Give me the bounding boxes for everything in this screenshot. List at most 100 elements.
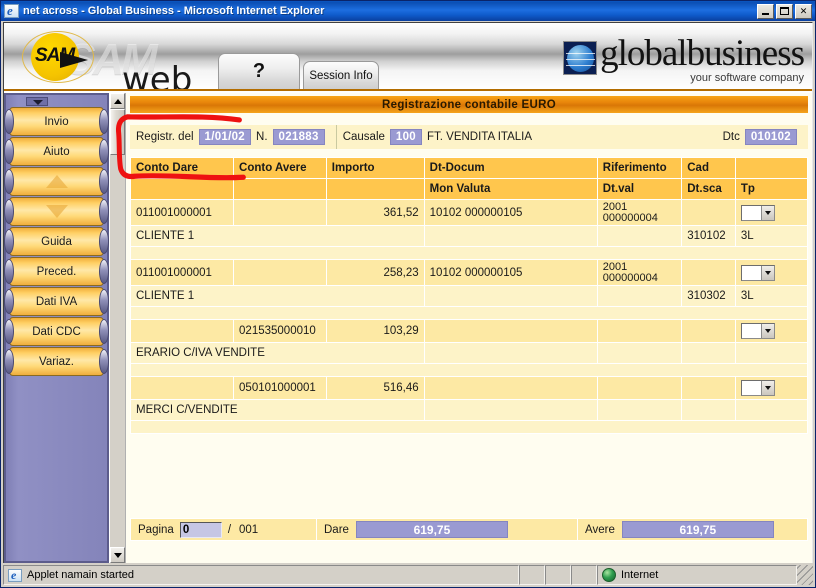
cell-tp-combo[interactable] [734, 199, 809, 226]
cell-importo[interactable]: 103,29 [325, 319, 425, 343]
cell-dt-val[interactable] [596, 285, 683, 307]
column-header-tp[interactable]: Tp [734, 178, 809, 200]
dtc-value[interactable]: 010102 [744, 129, 797, 145]
table-row-description[interactable]: ERARIO C/IVA VENDITE [130, 342, 809, 364]
cell-cad[interactable] [681, 199, 736, 226]
cell-conto-dare[interactable]: 011001000001 [129, 259, 235, 286]
cell-dt-val[interactable] [596, 225, 683, 247]
cell-dt-sca[interactable] [681, 399, 736, 421]
sidebar-button-invio[interactable]: Invio [4, 107, 109, 136]
table-row-description[interactable]: CLIENTE 1 310302 3L [130, 285, 809, 307]
cell-conto-avere[interactable] [233, 199, 327, 226]
cell-dt-val[interactable] [596, 399, 683, 421]
sidebar-button-up[interactable] [4, 167, 109, 196]
triangle-down-icon[interactable] [26, 97, 48, 106]
pagina-input[interactable]: 0 [179, 521, 222, 538]
cell-dt-docum[interactable] [423, 376, 598, 400]
scrollbar-thumb[interactable] [110, 109, 125, 155]
column-header-conto-avere[interactable]: Conto Avere [233, 157, 327, 179]
combo-dropdown[interactable] [740, 380, 775, 396]
combo-dropdown[interactable] [740, 323, 775, 339]
registration-date-value[interactable]: 1/01/02 [198, 129, 252, 145]
column-header-dt-sca[interactable]: Dt.sca [681, 178, 736, 200]
scroll-up-icon[interactable] [110, 93, 125, 109]
cell-riferimento[interactable]: 2001 000000004 [596, 259, 683, 286]
sidebar-button-guida[interactable]: Guida [4, 227, 109, 256]
cell-cad[interactable] [681, 319, 736, 343]
column-header-dt-val[interactable]: Dt.val [596, 178, 683, 200]
sidebar-button-preced[interactable]: Preced. [4, 257, 109, 286]
cell-mon-valuta[interactable] [423, 399, 598, 421]
cell-riferimento[interactable] [596, 319, 683, 343]
causale-description: FT. VENDITA ITALIA [427, 131, 533, 143]
scroll-down-icon[interactable] [110, 547, 125, 563]
combo-dropdown[interactable] [740, 264, 775, 281]
maximize-button[interactable] [776, 3, 793, 19]
cell-cad[interactable] [681, 376, 736, 400]
sidebar-button-aiuto[interactable]: Aiuto [4, 137, 109, 166]
cell-tp[interactable] [734, 342, 809, 364]
cell-tp-combo[interactable] [734, 319, 809, 343]
table-row[interactable]: 050101000001 516,46 [129, 376, 809, 400]
column-header-dt-docum[interactable]: Dt-Docum [423, 157, 598, 179]
cell-conto-avere[interactable]: 021535000010 [233, 319, 327, 343]
column-header-cad[interactable]: Cad [681, 157, 736, 179]
causale-code[interactable]: 100 [389, 129, 422, 145]
table-row[interactable]: 011001000001 258,23 10102 000000105 2001… [129, 259, 809, 286]
applet-body: Invio Aiuto Guida Preced. Dati IVA Dati … [4, 93, 812, 563]
cell-importo[interactable]: 361,52 [325, 199, 425, 226]
minimize-button[interactable] [757, 3, 774, 19]
cell-dt-docum[interactable] [423, 319, 598, 343]
security-zone-panel[interactable]: Internet [597, 565, 797, 585]
combo-dropdown[interactable] [740, 204, 775, 221]
cell-tp[interactable]: 3L [734, 225, 809, 247]
column-header-importo[interactable]: Importo [325, 157, 425, 179]
cell-mon-valuta[interactable] [423, 225, 598, 247]
registration-form: Registrazione contabile EURO Registr. de… [125, 93, 812, 563]
cell-conto-dare[interactable] [129, 319, 235, 343]
cell-mon-valuta[interactable] [423, 285, 598, 307]
resize-grip[interactable] [797, 565, 813, 585]
cell-riferimento[interactable] [596, 376, 683, 400]
table-row[interactable]: 021535000010 103,29 [129, 319, 809, 343]
table-row-description[interactable]: CLIENTE 1 310102 3L [130, 225, 809, 247]
cell-cad[interactable] [681, 259, 736, 286]
cell-dt-docum[interactable]: 10102 000000105 [423, 259, 598, 286]
registration-number-value[interactable]: 021883 [272, 129, 325, 145]
sidebar-button-down[interactable] [4, 197, 109, 226]
cell-dt-sca[interactable]: 310102 [681, 225, 736, 247]
applet-scrollbar[interactable] [109, 93, 125, 563]
column-header-mon-valuta[interactable]: Mon Valuta [423, 178, 598, 200]
cell-conto-avere[interactable]: 050101000001 [233, 376, 327, 400]
cell-dt-sca[interactable] [681, 342, 736, 364]
column-header-conto-dare[interactable]: Conto Dare [129, 157, 235, 179]
cell-importo[interactable]: 258,23 [325, 259, 425, 286]
cell-tp[interactable]: 3L [734, 285, 809, 307]
column-header-riferimento[interactable]: Riferimento [596, 157, 683, 179]
chevron-down-icon[interactable] [760, 265, 774, 280]
table-row-spacer [130, 246, 808, 260]
tab-session-info[interactable]: Session Info [303, 61, 379, 89]
sidebar-button-dati-iva[interactable]: Dati IVA [4, 287, 109, 316]
sidebar-button-variaz[interactable]: Variaz. [4, 347, 109, 376]
cell-dt-val[interactable] [596, 342, 683, 364]
cell-tp[interactable] [734, 399, 809, 421]
chevron-down-icon[interactable] [760, 324, 774, 338]
cell-tp-combo[interactable] [734, 259, 809, 286]
cell-riferimento[interactable]: 2001 000000004 [596, 199, 683, 226]
cell-tp-combo[interactable] [734, 376, 809, 400]
table-row-description[interactable]: MERCI C/VENDITE [130, 399, 809, 421]
chevron-down-icon[interactable] [760, 381, 774, 395]
cell-mon-valuta[interactable] [423, 342, 598, 364]
close-button[interactable]: ✕ [795, 3, 812, 19]
cell-dt-docum[interactable]: 10102 000000105 [423, 199, 598, 226]
cell-dt-sca[interactable]: 310302 [681, 285, 736, 307]
cell-conto-avere[interactable] [233, 259, 327, 286]
cell-conto-dare[interactable]: 011001000001 [129, 199, 235, 226]
cell-importo[interactable]: 516,46 [325, 376, 425, 400]
table-row[interactable]: 011001000001 361,52 10102 000000105 2001… [129, 199, 809, 226]
chevron-down-icon[interactable] [760, 205, 774, 220]
sidebar-button-dati-cdc[interactable]: Dati CDC [4, 317, 109, 346]
cell-conto-dare[interactable] [129, 376, 235, 400]
tab-help[interactable]: ? [218, 53, 300, 89]
